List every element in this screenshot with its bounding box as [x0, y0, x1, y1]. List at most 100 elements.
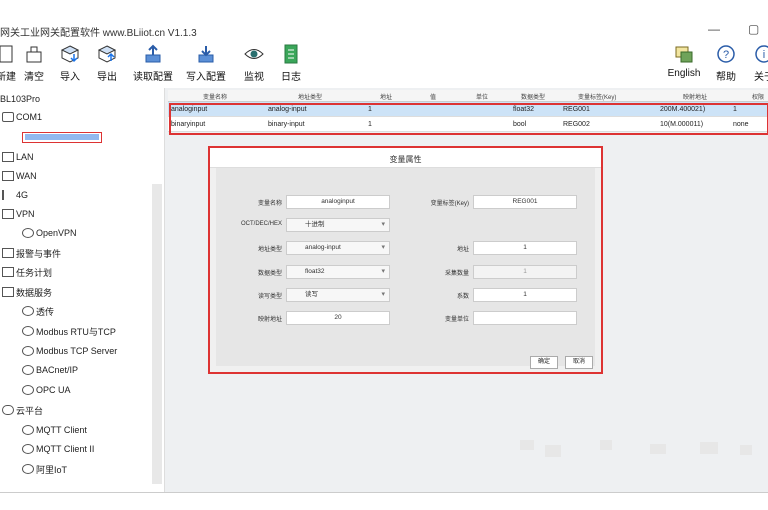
gear-icon: [22, 326, 34, 336]
variable-unit-input[interactable]: [473, 311, 577, 325]
variable-name-input[interactable]: analoginput: [286, 195, 390, 209]
svg-text:?: ?: [723, 49, 729, 61]
gear-icon: [22, 306, 34, 316]
monitor-button[interactable]: 监视: [234, 40, 274, 88]
coefficient-input[interactable]: 1: [473, 288, 577, 302]
about-button[interactable]: i 关于: [744, 40, 768, 88]
blurred-region: [740, 445, 752, 455]
field-label: 采集数量: [444, 271, 469, 277]
cancel-button[interactable]: 取消: [565, 356, 593, 369]
column-header[interactable]: 数据类型: [521, 92, 545, 101]
rows-highlight-box: [169, 103, 768, 135]
minimize-button[interactable]: —: [708, 22, 720, 36]
english-button[interactable]: English: [664, 40, 704, 88]
column-header[interactable]: 变量标签(Key): [578, 92, 616, 101]
field-label: OCT/DEC/HEX: [240, 221, 282, 227]
column-header[interactable]: 映射地址: [683, 92, 707, 101]
toolbar: 新建 清空 导入 导出 读取配置 写入配置 监视 日志 English ? 帮助…: [0, 40, 768, 90]
field-label: 变量标签(Key): [430, 201, 469, 207]
tree-item-openvpn[interactable]: OpenVPN: [22, 224, 77, 242]
tree-item-wan[interactable]: WAN: [2, 167, 37, 185]
title-bar: 网关工业网关配置软件 www.BLiiot.cn V1.1.3 — ▢: [0, 0, 768, 40]
tree-item-alarm[interactable]: 报警与事件: [2, 244, 61, 262]
log-icon: [284, 44, 298, 64]
tree-item-schedule[interactable]: 任务计划: [2, 263, 52, 281]
maximize-button[interactable]: ▢: [748, 22, 759, 36]
antenna-icon: [2, 190, 14, 200]
tree-item-opc-ua[interactable]: OPC UA: [22, 381, 71, 399]
calendar-icon: [2, 267, 14, 277]
read-config-button[interactable]: 读取配置: [133, 40, 173, 88]
column-header[interactable]: 权限: [752, 92, 764, 101]
blurred-region: [520, 440, 534, 450]
tree-item-vpn[interactable]: VPN: [2, 205, 35, 223]
database-icon: [2, 287, 14, 297]
field-label: 变量名称: [257, 201, 282, 207]
gear-icon: [22, 365, 34, 375]
tree-item-modbus-rtu-tcp[interactable]: Modbus RTU与TCP: [22, 322, 116, 340]
field-label: 系数: [456, 294, 469, 300]
tree-item-aliyun-iot[interactable]: 阿里IoT: [22, 460, 67, 478]
clear-icon: [26, 46, 42, 63]
field-label: 数据类型: [257, 271, 282, 277]
gear-icon: [22, 464, 34, 474]
tree-item-lan[interactable]: LAN: [2, 148, 34, 166]
tree-item-mqtt-client-ii[interactable]: MQTT Client II: [22, 440, 94, 458]
collect-count-input: 1: [473, 265, 577, 279]
import-button[interactable]: 导入: [50, 40, 90, 88]
tree-item-com1[interactable]: COM1: [2, 108, 42, 126]
data-type-select[interactable]: float32: [286, 265, 390, 279]
field-label: 地址类型: [257, 247, 282, 253]
svg-text:i: i: [763, 49, 765, 61]
write-config-icon: [198, 46, 214, 63]
variable-properties-dialog: 变量属性 变量名称 analoginput OCT/DEC/HEX 十进制 地址…: [208, 146, 603, 374]
alarm-icon: [2, 248, 14, 258]
tree-item-4g[interactable]: 4G: [2, 186, 28, 204]
help-icon: ?: [717, 45, 735, 63]
clear-button[interactable]: 清空: [14, 40, 54, 88]
monitor-eye-icon: [244, 49, 264, 59]
export-button[interactable]: 导出: [87, 40, 127, 88]
help-button[interactable]: ? 帮助: [706, 40, 746, 88]
tree-item-transparent[interactable]: 透传: [22, 302, 54, 320]
column-header[interactable]: 地址类型: [298, 92, 322, 101]
address-type-select[interactable]: analog-input: [286, 241, 390, 255]
column-header[interactable]: 地址: [380, 92, 392, 101]
import-icon: [60, 45, 80, 63]
language-icon: [675, 46, 693, 63]
write-config-button[interactable]: 写入配置: [186, 40, 226, 88]
tree-item-data-service[interactable]: 数据服务: [2, 283, 52, 301]
log-button[interactable]: 日志: [271, 40, 311, 88]
blurred-region: [545, 445, 561, 457]
mapping-address-input[interactable]: 20: [286, 311, 390, 325]
gear-icon: [22, 425, 34, 435]
status-bar: [0, 492, 768, 510]
variable-table: 变量名称 地址类型 地址 值 单位 数据类型 变量标签(Key) 映射地址 权限…: [168, 90, 768, 135]
serial-port-icon: [2, 112, 14, 122]
column-header[interactable]: 单位: [476, 92, 488, 101]
tree-root[interactable]: BL103Pro: [0, 90, 40, 108]
gear-icon: [22, 385, 34, 395]
network-icon: [2, 152, 14, 162]
tree-item-modbus-tcp-server[interactable]: Modbus TCP Server: [22, 342, 117, 360]
blurred-region: [700, 442, 718, 454]
ok-button[interactable]: 确定: [530, 356, 558, 369]
tree-item-bacnet[interactable]: BACnet/IP: [22, 361, 78, 379]
tree-scrollbar[interactable]: [152, 184, 162, 484]
gear-icon: [22, 346, 34, 356]
table-header: 变量名称 地址类型 地址 值 单位 数据类型 变量标签(Key) 映射地址 权限: [168, 90, 768, 102]
field-label: 变量单位: [444, 317, 469, 323]
column-header[interactable]: 变量名称: [203, 92, 227, 101]
variable-key-input[interactable]: REG001: [473, 195, 577, 209]
column-header[interactable]: 值: [430, 92, 436, 101]
rw-type-select[interactable]: 读写: [286, 288, 390, 302]
address-input[interactable]: 1: [473, 241, 577, 255]
gear-icon: [22, 228, 34, 238]
tree-item-mqtt-client[interactable]: MQTT Client: [22, 421, 87, 439]
export-icon: [97, 45, 117, 63]
tree-item-com1-variable-selected[interactable]: [22, 132, 102, 143]
device-tree: BL103Pro COM1 LAN WAN 4G VPN OpenVPN 报警与…: [0, 88, 165, 492]
gear-icon: [22, 444, 34, 454]
tree-item-cloud[interactable]: 云平台: [2, 401, 43, 419]
number-base-select[interactable]: 十进制: [286, 218, 390, 232]
